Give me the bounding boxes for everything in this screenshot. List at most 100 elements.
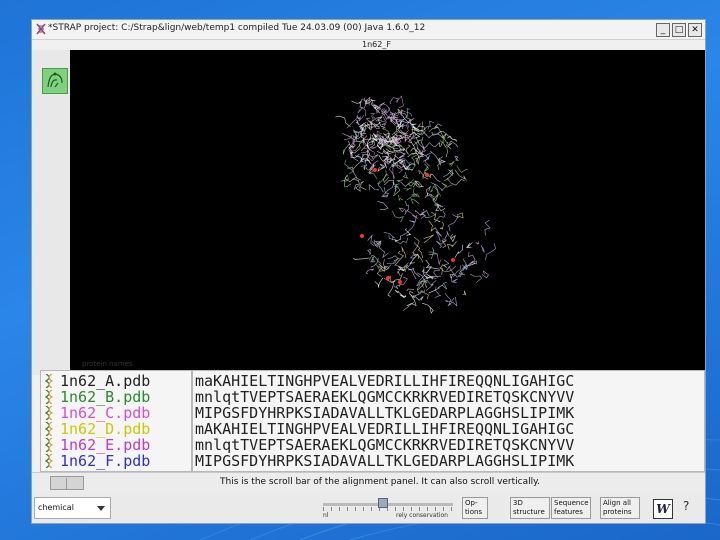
protein-backbone-segment	[406, 288, 414, 292]
protein-backbone-segment	[365, 268, 375, 274]
protein-name: 1n62_D.pdb	[60, 420, 151, 438]
protein-backbone-segment	[396, 179, 410, 188]
close-button[interactable]: ✕	[688, 23, 702, 37]
protein-backbone-segment	[395, 151, 406, 160]
protein-backbone-segment	[398, 195, 404, 201]
protein-backbone-segment	[395, 134, 411, 146]
protein-backbone-segment	[462, 290, 467, 296]
dna-icon	[44, 438, 54, 452]
protein-backbone-segment	[425, 259, 439, 270]
protein-backbone-segment	[470, 273, 482, 283]
align-all-button[interactable]: Align all proteins	[600, 497, 640, 519]
ligand-atom	[451, 258, 455, 262]
slider-handle[interactable]	[378, 498, 388, 508]
protein-backbone-segment	[485, 243, 496, 261]
help-icon[interactable]: ?	[683, 499, 689, 513]
protein-backbone-segment	[406, 262, 417, 280]
protein-backbone-segment	[344, 159, 354, 175]
protein-backbone-segment	[484, 219, 491, 236]
protein-backbone-segment	[481, 270, 489, 279]
protein-backbone-segment	[422, 302, 434, 314]
left-tool-strip	[32, 50, 70, 375]
protein-backbone-segment	[428, 251, 438, 260]
molecule-icon	[47, 72, 63, 88]
sequence-features-button-label: Sequence features	[554, 499, 589, 516]
protein-backbone-segment	[432, 194, 446, 212]
strap-window: *STRAP project: C:/Strap&lign/web/temp1 …	[31, 19, 706, 524]
protein-backbone-segment	[367, 234, 375, 247]
protein-backbone-segment	[404, 200, 409, 215]
protein-backbone-segment	[368, 184, 380, 191]
protein-backbone-segment	[403, 187, 413, 191]
protein-backbone-segment	[387, 285, 394, 297]
alignment-panel[interactable]: maKAHIELTINGHPVEALVEDRILLIHFIREQQNLIGAHI…	[192, 370, 705, 472]
dna-icon	[44, 406, 54, 420]
protein-backbone-segment	[433, 123, 442, 128]
minimize-button[interactable]: _	[656, 23, 670, 37]
protein-backbone-segment	[401, 221, 415, 237]
options-button[interactable]: Op- tions	[462, 497, 488, 519]
sequence-row: mnlqtTVEPTSAERAEKLQGMCCKRKRVEDIRETQSKCNY…	[195, 388, 575, 406]
dna-icon	[44, 422, 54, 436]
protein-backbone-segment	[424, 185, 432, 199]
protein-backbone-segment	[376, 130, 382, 135]
protein-backbone-segment	[413, 293, 424, 301]
protein-backbone-segment	[379, 162, 386, 168]
protein-backbone-segment	[392, 211, 404, 223]
bottom-toolbar: chemical nl rely conservation Op- tions …	[32, 492, 705, 523]
dna-icon	[44, 454, 54, 468]
slider-track	[323, 503, 453, 506]
sequence-row: MIPGSFDYHRPKSIADAVALLTKLGEDARPLAGGHSLIPI…	[195, 404, 575, 422]
align-all-button-label: Align all proteins	[603, 499, 632, 516]
protein-backbone-segment	[377, 167, 385, 172]
conservation-slider[interactable]: nl rely conservation	[323, 496, 453, 520]
3d-structure-viewer[interactable]	[70, 50, 705, 376]
sequence-features-button[interactable]: Sequence features	[551, 497, 591, 519]
protein-backbone-segment	[424, 163, 429, 172]
protein-backbone-segment	[374, 277, 384, 288]
protein-backbone-segment	[418, 169, 424, 180]
protein-name: 1n62_C.pdb	[60, 404, 151, 422]
maximize-button[interactable]: □	[672, 23, 686, 37]
protein-backbone-segment	[443, 259, 450, 267]
protein-backbone-segment	[441, 281, 448, 290]
title-bar[interactable]: *STRAP project: C:/Strap&lign/web/temp1 …	[32, 20, 705, 40]
protein-name: 1n62_A.pdb	[60, 372, 151, 390]
protein-backbone-segment	[439, 221, 444, 230]
chevron-down-icon[interactable]	[94, 501, 108, 515]
protein-backbone-segment	[355, 183, 361, 192]
protein-backbone-segment	[370, 113, 376, 125]
protein-backbone-segment	[424, 155, 430, 167]
protein-backbone-segment	[382, 148, 395, 155]
protein-backbone-segment	[377, 183, 384, 193]
alignment-scrollbar[interactable]: This is the scroll bar of the alignment …	[32, 472, 705, 492]
protein-names-panel[interactable]: 1n62_A.pdb 1n62_B.pdb 1n62_C.pdb 1n62_D.…	[40, 370, 192, 472]
protein-backbone-segment	[434, 286, 442, 298]
structure-tool-button[interactable]	[42, 68, 68, 94]
protein-backbone-segment	[365, 116, 377, 123]
3d-structure-button-label: 3D structure	[513, 499, 545, 516]
sequence-row: maKAHIELTINGHPVEALVEDRILLIHFIREQQNLIGAHI…	[195, 372, 575, 390]
protein-backbone-segment	[480, 245, 485, 253]
coloring-select[interactable]: chemical	[34, 497, 111, 519]
3d-structure-button[interactable]: 3D structure	[510, 497, 550, 519]
protein-backbone-segment	[451, 276, 458, 283]
protein-backbone-segment	[447, 241, 457, 250]
slider-label-left: nl	[323, 512, 329, 519]
w-button[interactable]: W	[653, 499, 673, 519]
protein-backbone-segment	[448, 214, 459, 232]
protein-backbone-segment	[346, 116, 361, 129]
window-title: *STRAP project: C:/Strap&lign/web/temp1 …	[48, 23, 426, 33]
protein-backbone-segment	[450, 233, 456, 243]
protein-backbone-segment	[417, 123, 426, 131]
options-button-label: Op- tions	[465, 499, 483, 516]
scrollbar-thumb[interactable]	[50, 476, 84, 490]
protein-backbone-segment	[442, 230, 450, 240]
protein-backbone-segment	[422, 152, 432, 162]
protein-backbone-segment	[401, 246, 407, 258]
protein-backbone-segment	[441, 239, 447, 248]
protein-backbone-segment	[335, 115, 351, 127]
protein-backbone-segment	[449, 273, 454, 279]
protein-backbone-segment	[406, 144, 411, 154]
protein-backbone-segment	[427, 192, 435, 197]
